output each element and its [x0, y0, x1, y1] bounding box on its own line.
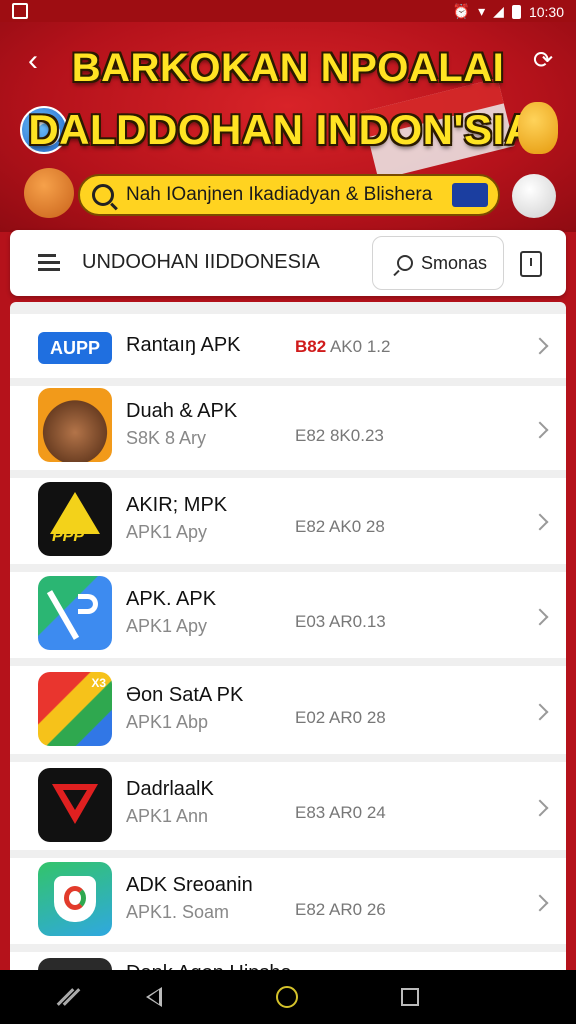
banner-title-line1: BARKOKAN NPOALAI	[71, 46, 505, 90]
creature-mascot-icon	[24, 168, 74, 218]
list-item[interactable]: PPP AKIR; MPK APK1 Apy E82 AK0 28	[10, 478, 566, 564]
app-name: Dank Aqon Hipsha	[126, 962, 292, 970]
list-item[interactable]: X3 Əon SatA PK APK1 Abp E02 AR0 28	[10, 666, 566, 754]
header-banner: ‹ ⟳ BARKOKAN NPOALAI DALDDOHAN INDON'SIA…	[0, 22, 576, 232]
banner-search-text: Nah IOanjnen Ikadiadyan & Blishera	[126, 184, 433, 205]
aupp-icon: AUPP	[38, 332, 112, 364]
app-subtitle: APK1 Apy	[126, 522, 208, 542]
notification-icon	[12, 3, 28, 19]
app-meta: B82 AK0 1.2	[295, 337, 391, 356]
search-icon	[92, 184, 114, 206]
chevron-right-icon	[531, 703, 549, 721]
app-name: AKIR; MPK	[126, 494, 228, 516]
list-item[interactable]: Dank Aqon Hipsha	[10, 952, 566, 970]
app-subtitle: APK1. Soam	[126, 902, 230, 922]
app-subtitle: APK1 Abp	[126, 712, 209, 732]
colorful-a-icon: X3	[38, 672, 112, 746]
app-meta: E82 8K0.23	[295, 426, 384, 445]
chevron-right-icon	[531, 608, 549, 626]
list-item[interactable]: APK. APK APK1 Apy E03 AR0.13	[10, 572, 566, 658]
monkey-icon	[38, 388, 112, 462]
search-label: Smonas	[421, 252, 488, 273]
list-item[interactable]: AUPP Rantaıŋ APK B82 AK0 1.2	[10, 314, 566, 378]
ball-mascot-icon	[512, 174, 556, 218]
nav-home-icon[interactable]	[276, 986, 298, 1008]
list-item[interactable]: DadrlaalK APK1 Ann E83 AR0 24	[10, 762, 566, 850]
app-list: AUPP Rantaıŋ APK B82 AK0 1.2 Duah & APK …	[10, 302, 566, 970]
app-meta: E82 AK0 28	[295, 517, 385, 536]
chevron-right-icon	[531, 894, 549, 912]
badge-icon	[452, 183, 488, 207]
app-meta: E02 AR0 28	[295, 708, 386, 727]
list-item[interactable]: ADK Sreoanin APK1. Soam E82 AR0 26	[10, 858, 566, 944]
menu-folder-icon[interactable]	[34, 250, 62, 276]
app-subtitle: S8K 8 Ary	[126, 428, 207, 448]
shield-logo-icon	[38, 862, 112, 936]
list-item[interactable]: Duah & APK S8K 8 Ary E82 8K0.23	[10, 386, 566, 470]
wifi-icon: ▾	[478, 3, 486, 19]
app-meta: E83 AR0 24	[295, 803, 386, 822]
chevron-right-icon	[531, 513, 549, 531]
chevron-right-icon	[531, 421, 549, 439]
battery-icon	[511, 4, 521, 19]
nav-recents-icon[interactable]	[401, 988, 419, 1006]
document-icon[interactable]	[520, 251, 542, 277]
toolbar-card: UNDOOHAN IIDDONESIA Smonas	[10, 230, 566, 296]
clock: 10:30	[528, 3, 564, 20]
fruit-mascot-icon	[518, 102, 558, 154]
app-name: APK. APK	[126, 588, 217, 610]
app-name: Əon SatA PK	[126, 684, 244, 706]
red-triangle-icon	[38, 768, 112, 842]
play-store-icon	[38, 576, 112, 650]
app-name: Duah & APK	[126, 400, 238, 422]
signal-icon: ◢	[493, 3, 504, 19]
page-title: UNDOOHAN IIDDONESIA	[82, 251, 320, 273]
app-name: Rantaıŋ APK	[126, 334, 241, 356]
triangle-a-icon: PPP	[38, 482, 112, 556]
chevron-right-icon	[531, 799, 549, 817]
alarm-icon: ⏰	[452, 3, 471, 19]
assistant-icon[interactable]	[56, 988, 81, 1006]
app-name: ADK Sreoanin	[126, 874, 253, 896]
status-bar: ⏰ ▾ ◢ 10:30	[0, 0, 576, 22]
app-subtitle: APK1 Ann	[126, 806, 209, 826]
banner-search-bar[interactable]: Nah IOanjnen Ikadiadyan & Blishera	[78, 174, 500, 216]
app-meta: E82 AR0 26	[295, 900, 386, 919]
banner-title-line2: DALDDOHAN INDON'SIAI	[28, 106, 548, 153]
search-icon	[397, 255, 413, 271]
app-subtitle: APK1 Apy	[126, 616, 208, 636]
app-name: DadrlaalK	[126, 778, 214, 800]
search-button[interactable]: Smonas	[372, 236, 504, 290]
app-meta: E03 AR0.13	[295, 612, 386, 631]
chevron-right-icon	[531, 337, 549, 355]
nav-back-icon[interactable]	[146, 987, 162, 1007]
dark-app-icon	[38, 958, 112, 970]
system-nav-bar	[0, 970, 576, 1024]
